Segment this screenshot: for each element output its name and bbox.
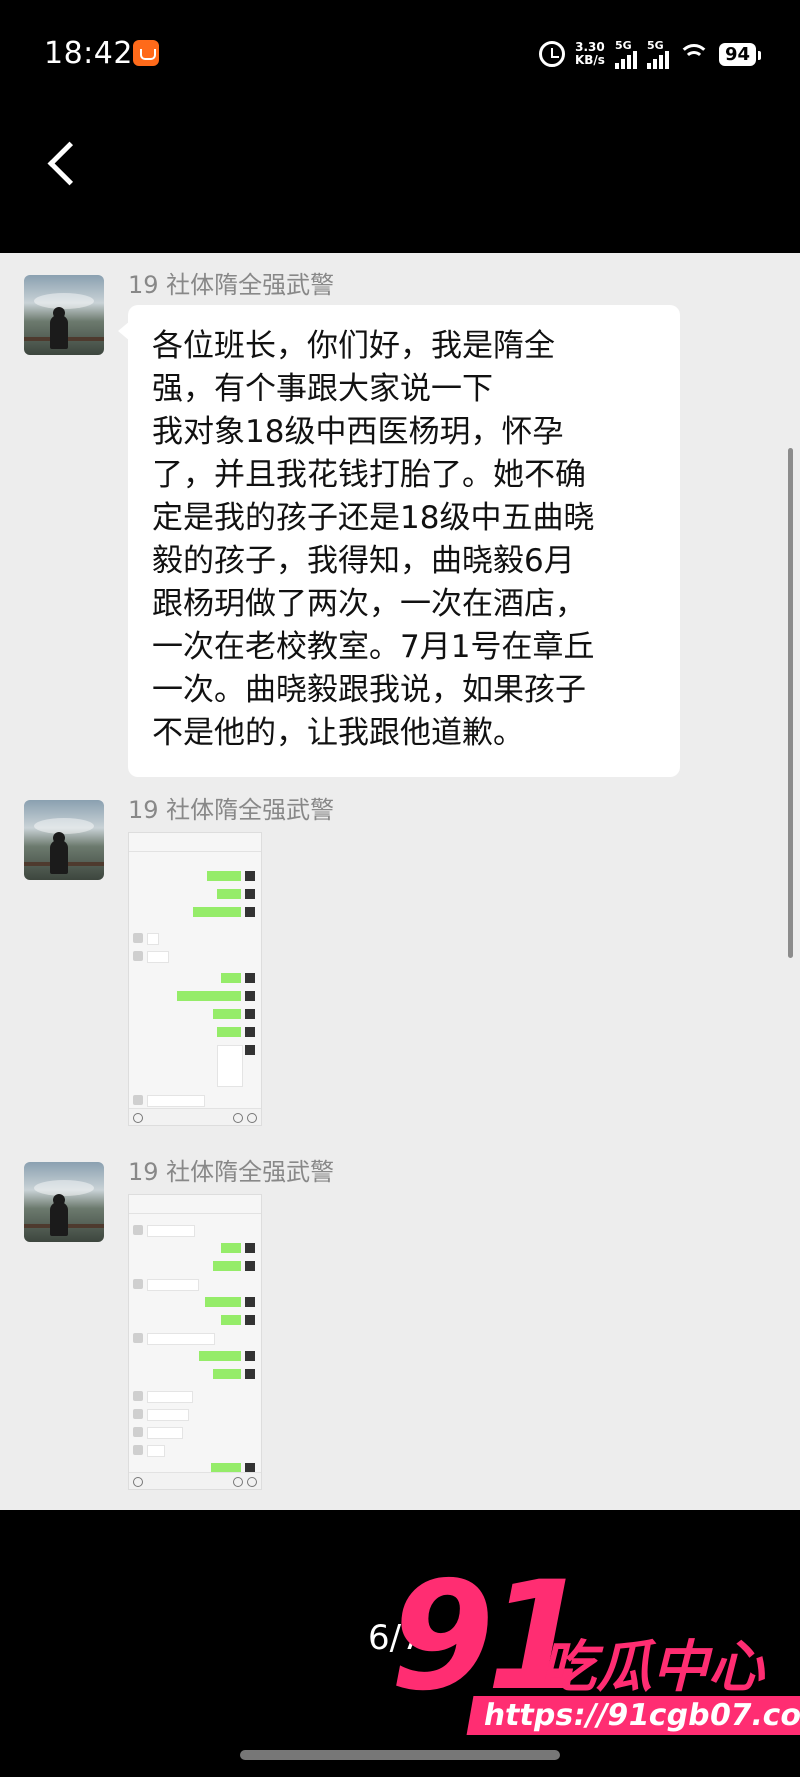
home-indicator[interactable] [240,1750,560,1760]
image-viewer[interactable]: 19 社体隋全强武警 各位班长，你们好，我是隋全 强，有个事跟大家说一下 我对象… [0,253,800,1510]
watermark-text: 吃瓜中心 [540,1635,764,1700]
network-speed-unit: KB/s [574,53,605,67]
avatar [24,275,104,355]
status-time: 18:42 [44,36,133,71]
sender-name: 19 社体隋全强武警 [128,796,335,824]
signal-icon: 5G [646,38,669,69]
back-button[interactable] [40,130,90,200]
message-bubble: 各位班长，你们好，我是隋全 强，有个事跟大家说一下 我对象18级中西医杨玥，怀孕… [118,305,680,777]
wifi-icon [678,42,709,66]
chat-screenshot-image[interactable] [128,832,262,1126]
avatar [24,1162,104,1242]
network-speed: 3.30 KB/s [575,41,605,67]
sender-name: 19 社体隋全强武警 [128,271,335,299]
scrollbar[interactable] [788,448,793,958]
battery-icon: 94 [718,42,762,66]
battery-level: 94 [724,43,750,65]
sim2-label: 5G [646,38,664,52]
status-icons: 3.30 KB/s 5G 5G 94 [538,34,762,74]
viewer-footer: 6/7 91 吃瓜中心 https://91cgb07.com [0,1510,800,1777]
signal-icon: 5G [614,38,637,69]
sim1-label: 5G [614,38,632,52]
watermark-url: https://91cgb07.com [466,1696,800,1735]
status-bar: 18:42 3.30 KB/s 5G 5G 94 [0,0,800,110]
chat-screenshot-image[interactable] [128,1194,262,1490]
app-badge-icon [133,40,159,66]
avatar [24,800,104,880]
sender-name: 19 社体隋全强武警 [128,1158,335,1186]
alarm-icon [538,41,565,67]
top-bar [0,110,800,253]
